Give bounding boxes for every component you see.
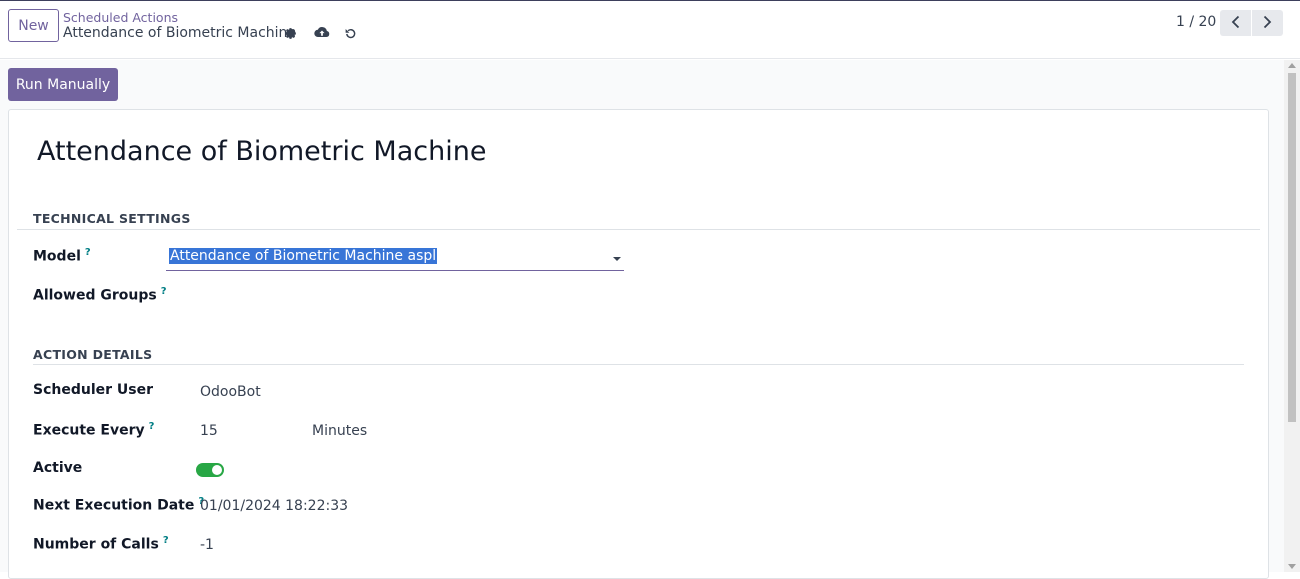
chevron-right-icon xyxy=(1263,14,1272,33)
control-panel: New Scheduled Actions Attendance of Biom… xyxy=(0,1,1300,59)
technical-settings-heading: TECHNICAL SETTINGS xyxy=(33,211,191,226)
help-tooltip-icon[interactable]: ? xyxy=(85,247,91,258)
number-of-calls-field[interactable]: -1 xyxy=(200,537,214,553)
separator-line xyxy=(17,229,1260,230)
undo-icon[interactable] xyxy=(342,25,358,41)
breadcrumb-current: Attendance of Biometric Machine xyxy=(63,25,297,41)
model-field-value[interactable]: Attendance of Biometric Machine aspl xyxy=(169,248,438,264)
toggle-knob xyxy=(212,465,222,475)
action-details-heading: ACTION DETAILS xyxy=(33,347,153,362)
scrollbar-thumb[interactable] xyxy=(1288,73,1296,422)
active-label: Active xyxy=(33,460,83,476)
run-manually-button[interactable]: Run Manually xyxy=(8,68,118,101)
scheduler-user-field[interactable]: OdooBot xyxy=(200,384,261,400)
scheduler-user-label: Scheduler User xyxy=(33,382,154,398)
pager-next-button[interactable] xyxy=(1252,10,1283,36)
cloud-upload-icon[interactable] xyxy=(313,24,331,40)
pager-previous-button[interactable] xyxy=(1220,10,1251,36)
record-title: Attendance of Biometric Machine xyxy=(37,136,487,167)
execute-every-label: Execute Every? xyxy=(33,421,155,439)
vertical-scrollbar[interactable] xyxy=(1284,60,1300,572)
next-execution-date-label: Next Execution Date? xyxy=(33,496,205,514)
execute-every-unit-select[interactable]: Minutes xyxy=(312,423,367,439)
chevron-left-icon xyxy=(1231,14,1240,33)
model-label: Model? xyxy=(33,247,91,265)
form-view: Run Manually Attendance of Biometric Mac… xyxy=(0,60,1284,579)
form-sheet: Attendance of Biometric Machine TECHNICA… xyxy=(8,109,1269,579)
separator-line xyxy=(33,364,1244,365)
execute-every-number-field[interactable]: 15 xyxy=(200,423,218,439)
new-button[interactable]: New xyxy=(8,9,59,42)
dropdown-caret-icon[interactable] xyxy=(613,257,621,261)
allowed-groups-label: Allowed Groups? xyxy=(33,286,167,304)
pager-value[interactable]: 1 / 20 xyxy=(1176,14,1216,30)
gear-icon[interactable] xyxy=(283,26,297,40)
help-tooltip-icon[interactable]: ? xyxy=(161,286,167,297)
help-tooltip-icon[interactable]: ? xyxy=(163,535,169,546)
next-execution-date-field[interactable]: 01/01/2024 18:22:33 xyxy=(200,498,348,514)
model-field[interactable]: Attendance of Biometric Machine aspl xyxy=(166,246,624,271)
help-tooltip-icon[interactable]: ? xyxy=(149,421,155,432)
number-of-calls-label: Number of Calls? xyxy=(33,535,169,553)
active-toggle[interactable] xyxy=(196,463,224,477)
breadcrumb-parent-link[interactable]: Scheduled Actions xyxy=(63,10,178,25)
scroll-down-arrow-icon[interactable] xyxy=(1288,564,1296,569)
scroll-up-arrow-icon[interactable] xyxy=(1288,63,1296,68)
